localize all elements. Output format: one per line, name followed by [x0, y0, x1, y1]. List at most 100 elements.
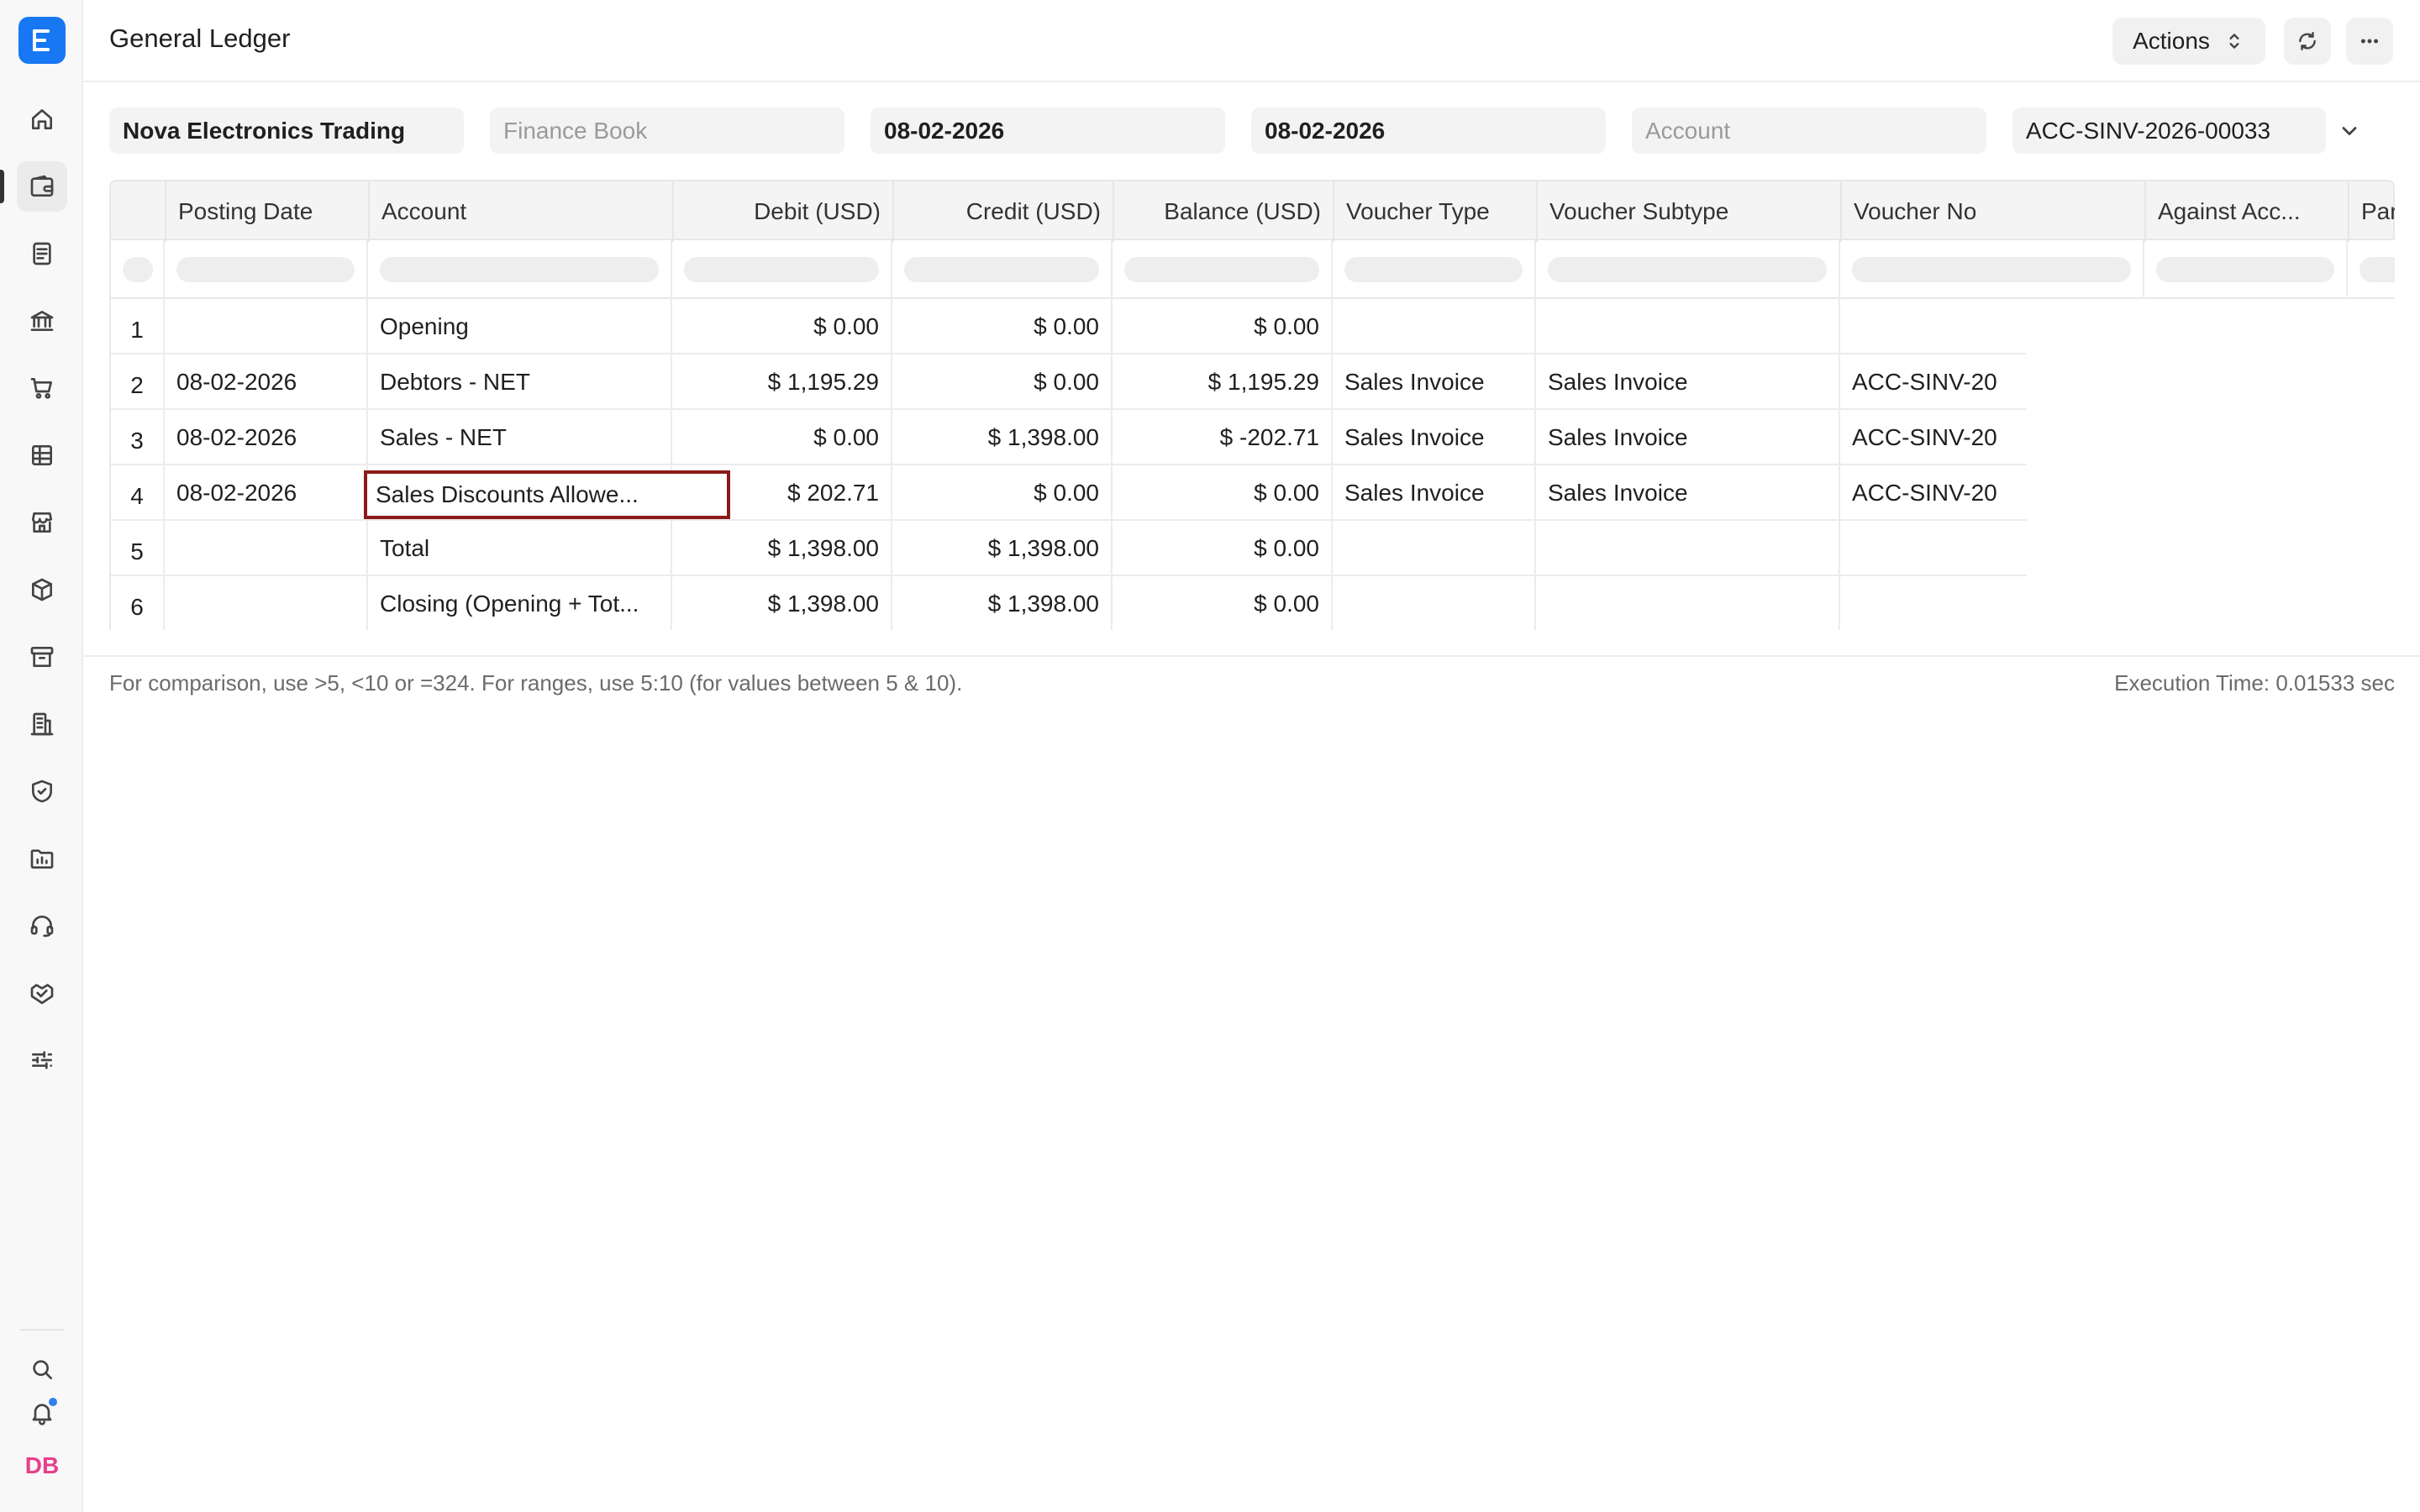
column-header-voucher-type[interactable]: Voucher Type: [1334, 181, 1538, 242]
table-row[interactable]: 5 Total $ 1,398.00 $ 1,398.00 $ 0.00: [111, 521, 2027, 576]
cell-voucher-type[interactable]: [1333, 576, 1536, 630]
refresh-button[interactable]: [2284, 18, 2331, 65]
filter-input-voucher-type[interactable]: [1344, 257, 1523, 282]
from-date-filter[interactable]: 08-02-2026: [871, 108, 1225, 154]
cell-voucher-no[interactable]: ACC-SINV-20: [1840, 465, 2027, 521]
column-header-debit[interactable]: Debit (USD): [674, 181, 894, 242]
cell-voucher-no[interactable]: [1840, 576, 2027, 630]
cell-voucher-type[interactable]: Sales Invoice: [1333, 410, 1536, 465]
cell-voucher-type[interactable]: [1333, 521, 1536, 576]
cell-voucher-no[interactable]: [1840, 299, 2027, 354]
column-header-voucher-no[interactable]: Voucher No: [1842, 181, 2146, 242]
sidebar-item-crm[interactable]: [17, 968, 67, 1018]
cell-voucher-subtype[interactable]: [1536, 576, 1840, 630]
cell-debit[interactable]: $ 0.00: [672, 299, 892, 354]
cell-debit[interactable]: $ 1,195.29: [672, 354, 892, 410]
sidebar-item-organization[interactable]: [17, 699, 67, 749]
column-header-posting-date[interactable]: Posting Date: [166, 181, 370, 242]
sidebar-item-assets[interactable]: [17, 632, 67, 682]
app-logo[interactable]: [18, 17, 66, 64]
sidebar-item-settings[interactable]: [17, 1035, 67, 1085]
cell-voucher-no[interactable]: ACC-SINV-20: [1840, 410, 2027, 465]
cell-voucher-type[interactable]: [1333, 299, 1536, 354]
filter-input-party[interactable]: [2360, 257, 2395, 282]
cell-credit[interactable]: $ 1,398.00: [892, 410, 1113, 465]
table-row[interactable]: 3 08-02-2026 Sales - NET $ 0.00 $ 1,398.…: [111, 410, 2027, 465]
cell-balance[interactable]: $ -202.71: [1113, 410, 1333, 465]
sidebar-search[interactable]: [17, 1344, 67, 1394]
cell-account[interactable]: Debtors - NET: [368, 354, 672, 410]
filter-input-credit[interactable]: [904, 257, 1099, 282]
table-row[interactable]: 2 08-02-2026 Debtors - NET $ 1,195.29 $ …: [111, 354, 2027, 410]
sidebar-item-accounting[interactable]: [0, 161, 67, 212]
voucher-no-filter[interactable]: ACC-SINV-2026-00033: [2012, 108, 2326, 154]
filter-input-posting-date[interactable]: [176, 257, 355, 282]
table-row[interactable]: 1 Opening $ 0.00 $ 0.00 $ 0.00: [111, 299, 2027, 354]
filter-input-account[interactable]: [380, 257, 659, 282]
cell-voucher-subtype[interactable]: Sales Invoice: [1536, 354, 1840, 410]
sidebar-item-support[interactable]: [17, 900, 67, 951]
filter-input-voucher-subtype[interactable]: [1548, 257, 1827, 282]
column-header-balance[interactable]: Balance (USD): [1114, 181, 1334, 242]
cell-account[interactable]: Closing (Opening + Tot...: [368, 576, 672, 630]
cell-balance[interactable]: $ 0.00: [1113, 299, 1333, 354]
filter-input-voucher-no[interactable]: [1852, 257, 2131, 282]
cell-credit[interactable]: $ 0.00: [892, 299, 1113, 354]
cell-credit[interactable]: $ 1,398.00: [892, 521, 1113, 576]
sidebar-item-projects[interactable]: [17, 833, 67, 884]
cell-debit[interactable]: $ 1,398.00: [672, 576, 892, 630]
to-date-filter[interactable]: 08-02-2026: [1251, 108, 1606, 154]
cell-credit[interactable]: $ 0.00: [892, 354, 1113, 410]
sidebar-item-selling[interactable]: [17, 497, 67, 548]
cell-voucher-subtype[interactable]: Sales Invoice: [1536, 410, 1840, 465]
cell-voucher-type[interactable]: Sales Invoice: [1333, 465, 1536, 521]
column-header-against-account[interactable]: Against Acc...: [2146, 181, 2349, 242]
cell-posting-date[interactable]: 08-02-2026: [165, 410, 368, 465]
cell-balance[interactable]: $ 1,195.29: [1113, 354, 1333, 410]
filter-input-index[interactable]: [123, 257, 153, 282]
sidebar-item-banking[interactable]: [17, 296, 67, 346]
avatar[interactable]: DB: [17, 1445, 67, 1487]
sidebar-item-buying[interactable]: [17, 363, 67, 413]
sidebar-item-stock[interactable]: [17, 564, 67, 615]
cell-posting-date[interactable]: 08-02-2026: [165, 354, 368, 410]
sidebar-item-quality[interactable]: [17, 766, 67, 816]
cell-posting-date[interactable]: [165, 299, 368, 354]
cell-posting-date[interactable]: [165, 521, 368, 576]
column-header-voucher-subtype[interactable]: Voucher Subtype: [1538, 181, 1842, 242]
sidebar-item-home[interactable]: [17, 94, 67, 144]
cell-voucher-no[interactable]: [1840, 521, 2027, 576]
account-filter[interactable]: Account: [1632, 108, 1986, 154]
filter-input-against-account[interactable]: [2156, 257, 2334, 282]
cell-credit[interactable]: $ 1,398.00: [892, 576, 1113, 630]
cell-voucher-no[interactable]: ACC-SINV-20: [1840, 354, 2027, 410]
cell-balance[interactable]: $ 0.00: [1113, 576, 1333, 630]
filter-input-balance[interactable]: [1124, 257, 1319, 282]
filter-input-debit[interactable]: [684, 257, 879, 282]
cell-balance[interactable]: $ 0.00: [1113, 465, 1333, 521]
selected-account-cell[interactable]: Sales Discounts Allowe...: [364, 470, 730, 519]
sidebar-item-documents[interactable]: [17, 228, 67, 279]
cell-posting-date[interactable]: [165, 576, 368, 630]
company-filter[interactable]: Nova Electronics Trading: [109, 108, 464, 154]
cell-account[interactable]: Opening: [368, 299, 672, 354]
cell-voucher-subtype[interactable]: [1536, 521, 1840, 576]
sidebar-notifications[interactable]: [17, 1388, 67, 1438]
column-header-account[interactable]: Account: [370, 181, 674, 242]
column-header-credit[interactable]: Credit (USD): [894, 181, 1114, 242]
actions-button[interactable]: Actions: [2112, 18, 2265, 65]
cell-debit[interactable]: $ 0.00: [672, 410, 892, 465]
cell-debit[interactable]: $ 1,398.00: [672, 521, 892, 576]
more-filters-toggle[interactable]: [2336, 118, 2363, 144]
more-options-button[interactable]: [2346, 18, 2393, 65]
cell-credit[interactable]: $ 0.00: [892, 465, 1113, 521]
sidebar-item-reports[interactable]: [17, 430, 67, 480]
cell-voucher-type[interactable]: Sales Invoice: [1333, 354, 1536, 410]
finance-book-filter[interactable]: Finance Book: [490, 108, 844, 154]
cell-voucher-subtype[interactable]: Sales Invoice: [1536, 465, 1840, 521]
cell-voucher-subtype[interactable]: [1536, 299, 1840, 354]
table-row[interactable]: 6 Closing (Opening + Tot... $ 1,398.00 $…: [111, 576, 2027, 630]
cell-account[interactable]: Sales - NET: [368, 410, 672, 465]
cell-account[interactable]: Total: [368, 521, 672, 576]
column-header-party[interactable]: Par: [2349, 181, 2395, 242]
